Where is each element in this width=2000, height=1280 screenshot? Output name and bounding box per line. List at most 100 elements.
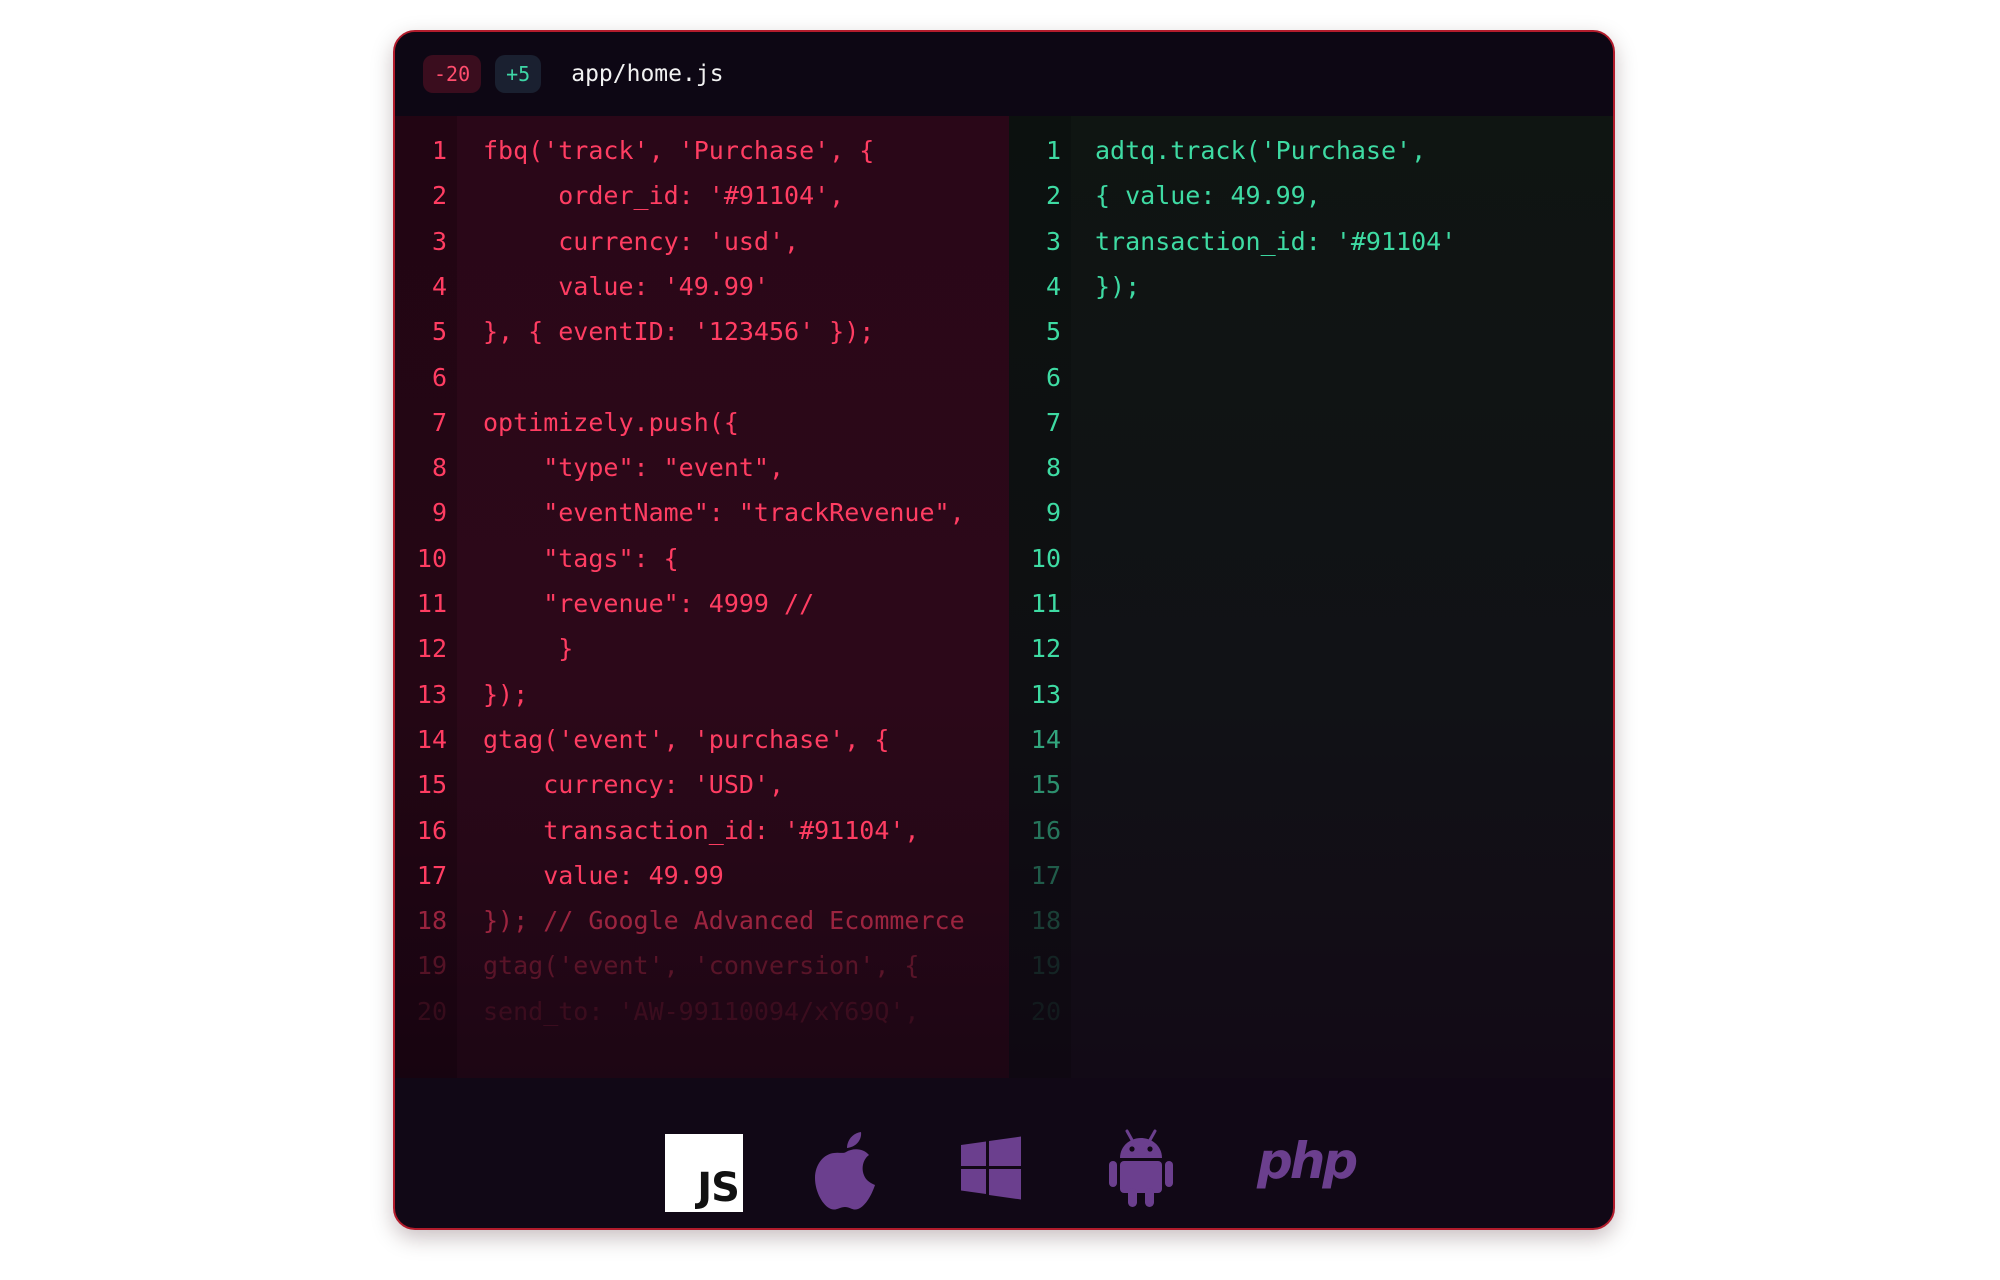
right-code-line: 7	[1009, 400, 1613, 445]
right-code-text: });	[1095, 271, 1141, 301]
right-line-number: 1	[1045, 136, 1061, 165]
left-line-number: 3	[431, 226, 447, 256]
left-code-text: });	[483, 679, 529, 709]
added-code-pane: 1 adtq.track('Purchase', 2 { value: 49.99, 3…	[1009, 116, 1613, 1078]
left-code-line: 15 currency: 'USD',	[395, 762, 1009, 807]
right-line-number: 7	[1045, 407, 1061, 437]
left-code-line: 8 "type": "event",	[395, 445, 1009, 490]
left-code-line: 20 send_to: 'AW-99110094/xY69Q',	[395, 989, 1009, 1034]
left-code-line: 5 }, { eventID: '123456' });	[395, 309, 1009, 354]
javascript-icon: JS	[665, 1134, 743, 1212]
right-line-number: 6	[1045, 362, 1061, 392]
right-code-line: 13	[1009, 672, 1613, 717]
right-code-line: 16	[1009, 808, 1613, 853]
right-code-line: 12	[1009, 626, 1613, 671]
left-line-number: 13	[416, 679, 447, 709]
right-line-number: 2	[1045, 181, 1061, 211]
left-code-text: value: '49.99'	[483, 271, 769, 301]
right-code-line: 17	[1009, 853, 1613, 898]
left-code-text: "eventName": "trackRevenue",	[483, 498, 965, 528]
left-code-text: }); // Google Advanced Ecommerce	[483, 906, 965, 936]
left-line-number: 11	[416, 589, 447, 618]
android-icon	[1109, 1129, 1173, 1207]
left-line-number: 2	[431, 181, 447, 211]
right-line-number: 5	[1045, 317, 1061, 347]
diff-header: -20 +5 app/home.js	[395, 32, 1613, 116]
left-code-line: 4 value: '49.99'	[395, 264, 1009, 309]
left-code-text: optimizely.push({	[483, 407, 739, 437]
left-line-number: 5	[431, 317, 447, 347]
right-code-line: 3 transaction_id: '#91104'	[1009, 219, 1613, 264]
php-icon: php	[1256, 1134, 1359, 1190]
left-code-line: 18 }); // Google Advanced Ecommerce	[395, 898, 1009, 943]
left-line-number: 14	[416, 724, 447, 754]
right-line-number: 10	[1030, 543, 1061, 573]
right-line-number: 19	[1030, 951, 1061, 981]
right-line-number: 9	[1045, 498, 1061, 528]
left-code-line: 16 transaction_id: '#91104',	[395, 808, 1009, 853]
right-line-number: 18	[1030, 906, 1061, 936]
left-code-text: "revenue": 4999 //	[483, 589, 815, 618]
left-line-number: 4	[431, 271, 447, 301]
right-line-number: 15	[1030, 770, 1061, 800]
right-code-line: 4});	[1009, 264, 1613, 309]
file-name[interactable]: app/home.js	[571, 61, 723, 87]
left-code-text: currency: 'usd',	[483, 226, 800, 256]
right-line-number: 17	[1030, 860, 1061, 890]
left-code-line: 12 }	[395, 626, 1009, 671]
right-code-line: 5	[1009, 309, 1613, 354]
left-code-line: 14 gtag('event', 'purchase', {	[395, 717, 1009, 762]
left-code-line: 3 currency: 'usd',	[395, 219, 1009, 264]
left-code-text: send_to: 'AW-99110094/xY69Q',	[483, 996, 920, 1026]
right-code-text: adtq.track('Purchase',	[1095, 136, 1427, 165]
left-code-text: order_id: '#91104',	[483, 181, 845, 211]
left-code-text: currency: 'USD',	[483, 770, 785, 800]
right-code-line: 20	[1009, 989, 1613, 1034]
right-code-line: 11	[1009, 581, 1613, 626]
right-code-line: 14	[1009, 717, 1613, 762]
left-line-number: 15	[416, 770, 447, 800]
right-code-line: 6	[1009, 355, 1613, 400]
left-code-text: }, { eventID: '123456' });	[483, 317, 875, 347]
left-code-line: 17 value: 49.99	[395, 853, 1009, 898]
right-code-line: 19	[1009, 943, 1613, 988]
left-code-line: 6	[395, 355, 1009, 400]
right-line-number: 11	[1030, 589, 1061, 618]
right-code-line: 2 { value: 49.99,	[1009, 173, 1613, 218]
left-code-line: 19 gtag('event', 'conversion', {	[395, 943, 1009, 988]
right-code-line: 1 adtq.track('Purchase',	[1009, 128, 1613, 173]
left-code-line: 10 "tags": {	[395, 536, 1009, 581]
right-line-number: 3	[1045, 226, 1061, 256]
javascript-icon-label: JS	[697, 1165, 740, 1211]
right-code-line: 8	[1009, 445, 1613, 490]
right-code-text: { value: 49.99,	[1095, 181, 1321, 211]
right-code-line: 9	[1009, 490, 1613, 535]
left-code-text: value: 49.99	[483, 860, 724, 890]
right-line-number: 20	[1030, 996, 1061, 1026]
left-line-number: 7	[431, 407, 447, 437]
left-line-number: 20	[416, 996, 447, 1026]
left-code-line: 2 order_id: '#91104',	[395, 173, 1009, 218]
left-code-text: fbq('track', 'Purchase', {	[483, 136, 875, 165]
platform-icons: JS php	[395, 1078, 1613, 1228]
removed-lines-badge: -20	[423, 55, 482, 93]
left-line-number: 16	[416, 815, 447, 845]
right-line-number: 16	[1030, 815, 1061, 845]
left-code-line: 7 optimizely.push({	[395, 400, 1009, 445]
left-code-text: "type": "event",	[483, 453, 785, 483]
left-code-line: 13});	[395, 672, 1009, 717]
left-line-number: 12	[416, 634, 447, 664]
removed-code-pane: 1 fbq('track', 'Purchase', { 2 order_id: '…	[395, 116, 1009, 1078]
right-code-line: 18	[1009, 898, 1613, 943]
left-line-number: 18	[416, 906, 447, 936]
right-line-number: 8	[1045, 453, 1061, 483]
left-code-text: transaction_id: '#91104',	[483, 815, 920, 845]
left-line-number: 8	[431, 453, 447, 483]
php-icon-label: php	[1256, 1134, 1356, 1190]
left-code-line: 1 fbq('track', 'Purchase', {	[395, 128, 1009, 173]
left-line-number: 19	[416, 951, 447, 981]
left-line-number: 1	[431, 136, 447, 165]
added-lines-badge: +5	[495, 55, 542, 93]
right-line-number: 12	[1030, 634, 1061, 664]
left-line-number: 17	[416, 860, 447, 890]
